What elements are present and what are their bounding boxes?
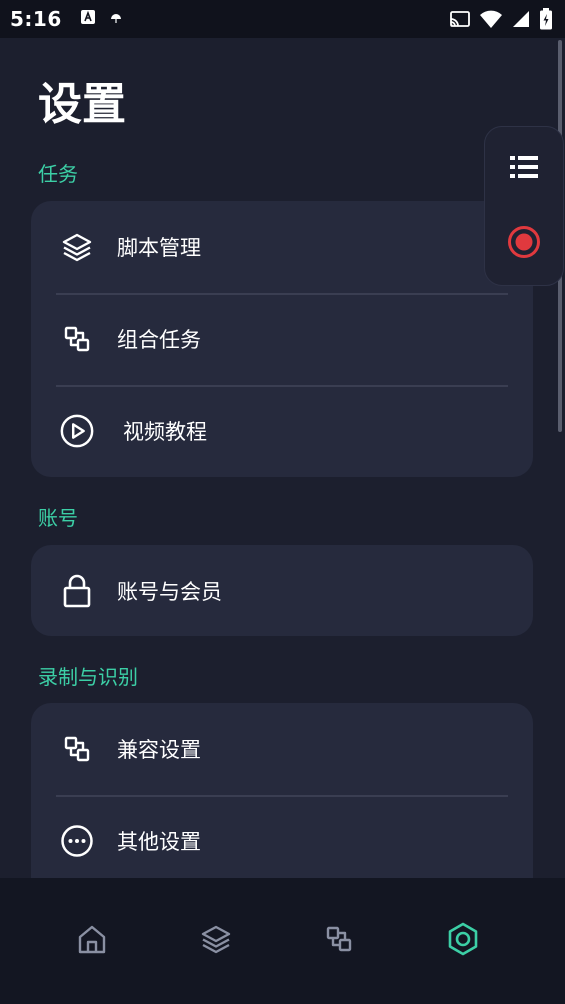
combine-icon xyxy=(59,731,95,767)
wifi-icon xyxy=(479,9,503,29)
page-title: 设置 xyxy=(38,79,126,130)
tasks-card: 脚本管理 组合任务 视频教程 xyxy=(31,201,533,477)
compatibility-settings-label: 兼容设置 xyxy=(117,738,201,762)
lock-icon xyxy=(59,573,95,609)
combine-icon xyxy=(324,924,354,958)
other-settings-item[interactable]: 其他设置 xyxy=(31,795,533,887)
combined-task-item[interactable]: 组合任务 xyxy=(31,293,533,385)
layers-icon xyxy=(59,229,95,265)
nav-scripts[interactable] xyxy=(186,911,246,971)
play-circle-icon xyxy=(59,413,95,449)
script-management-item[interactable]: 脚本管理 xyxy=(31,201,533,293)
nav-home[interactable] xyxy=(62,911,122,971)
combined-task-label: 组合任务 xyxy=(117,328,201,352)
a-badge-icon xyxy=(80,9,96,29)
section-label-tasks: 任务 xyxy=(38,162,78,186)
cast-icon xyxy=(449,10,471,28)
signal-icon xyxy=(511,9,531,29)
video-tutorial-label: 视频教程 xyxy=(123,420,207,444)
nav-settings[interactable] xyxy=(433,911,493,971)
status-bar: 5:16 xyxy=(0,0,565,38)
more-circle-icon xyxy=(59,823,95,859)
settings-icon xyxy=(445,921,481,961)
bottom-nav xyxy=(0,878,565,1004)
video-tutorial-item[interactable]: 视频教程 xyxy=(31,385,533,477)
list-button[interactable] xyxy=(494,139,554,199)
account-card: 账号与会员 xyxy=(31,545,533,636)
battery-icon xyxy=(539,8,553,30)
other-settings-label: 其他设置 xyxy=(117,830,201,854)
list-icon xyxy=(510,155,538,183)
script-management-label: 脚本管理 xyxy=(117,236,201,260)
home-icon xyxy=(76,923,108,959)
layers-icon xyxy=(200,923,232,959)
combine-icon xyxy=(59,321,95,357)
nav-combined-tasks[interactable] xyxy=(309,911,369,971)
record-button[interactable] xyxy=(494,214,554,274)
account-membership-item[interactable]: 账号与会员 xyxy=(31,545,533,636)
section-label-recording: 录制与识别 xyxy=(38,665,138,689)
section-label-account: 账号 xyxy=(38,506,78,530)
floating-panel xyxy=(484,126,564,286)
record-icon xyxy=(507,225,541,263)
compatibility-settings-item[interactable]: 兼容设置 xyxy=(31,703,533,795)
umbrella-icon xyxy=(110,10,122,29)
account-membership-label: 账号与会员 xyxy=(117,579,222,604)
status-time: 5:16 xyxy=(10,7,62,31)
recording-card: 兼容设置 其他设置 xyxy=(31,703,533,903)
